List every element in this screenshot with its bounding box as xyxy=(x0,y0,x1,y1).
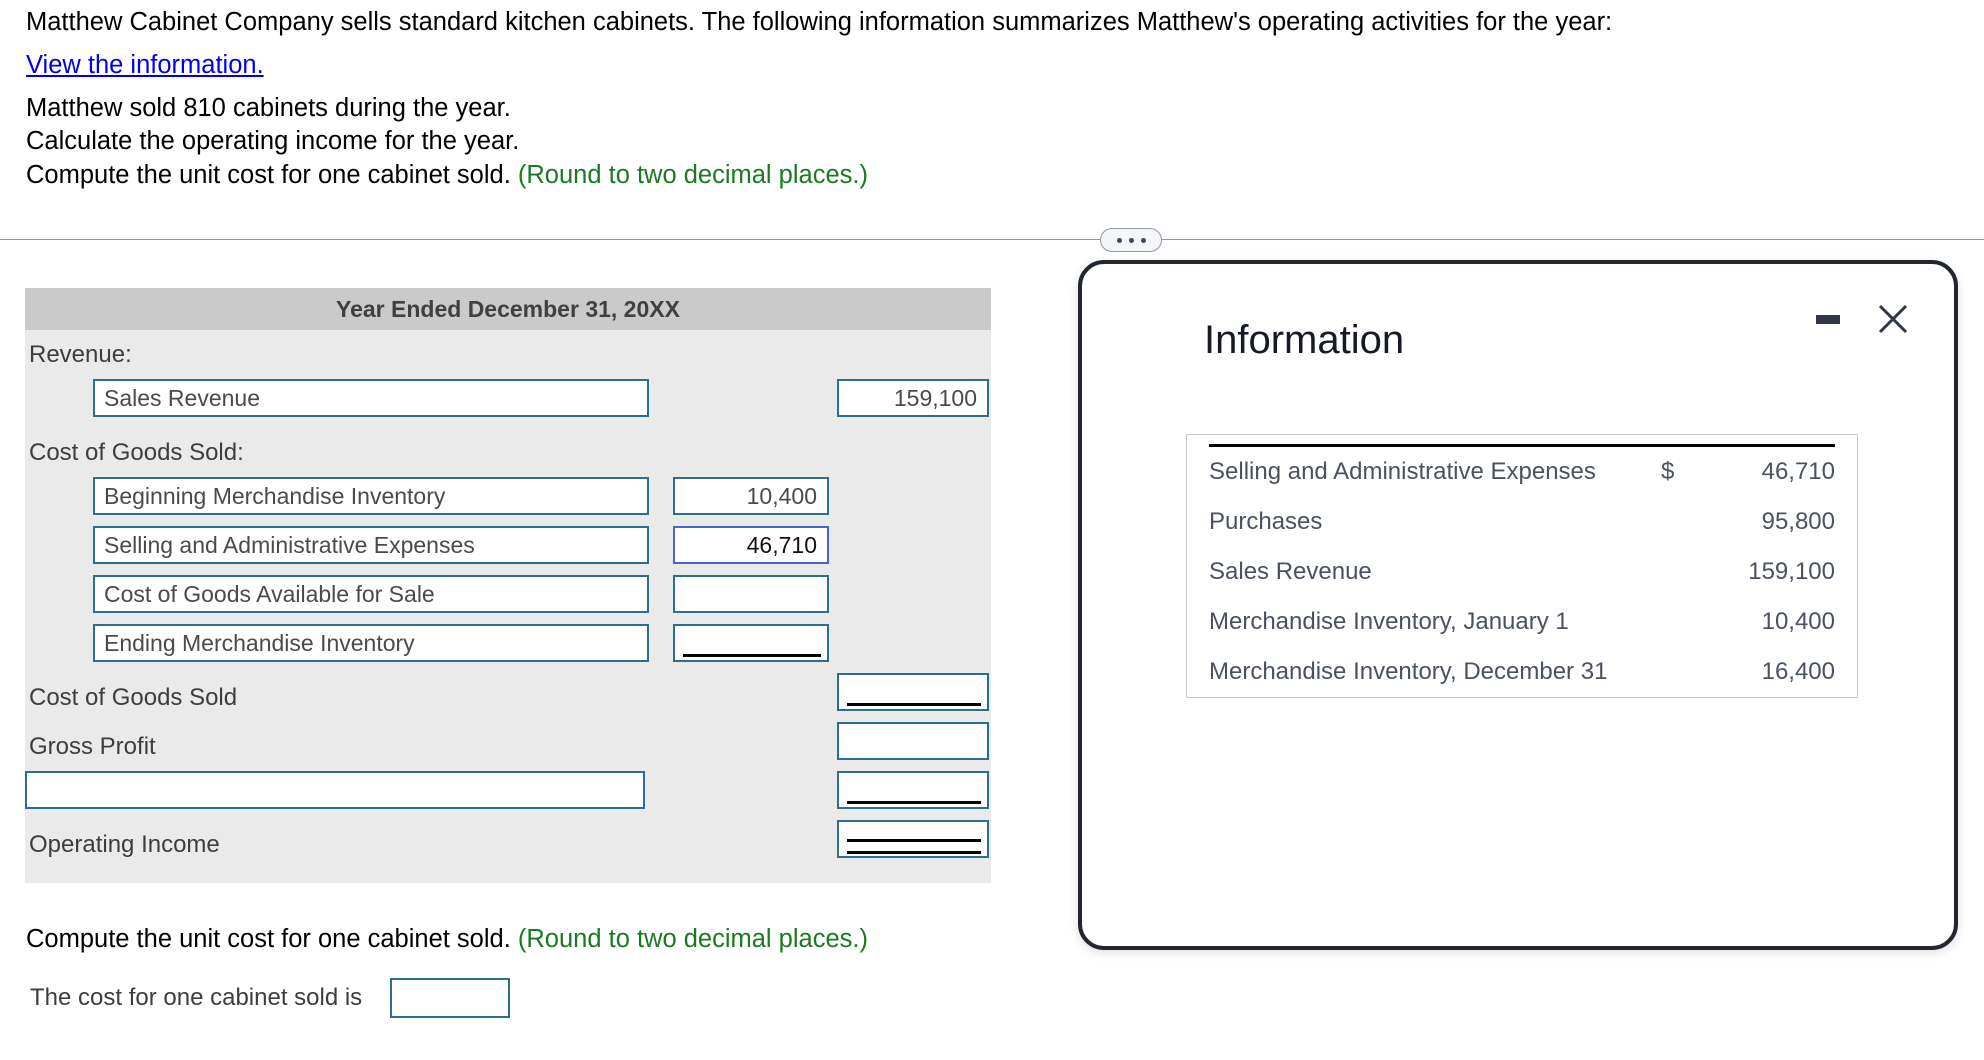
currency-symbol: $ xyxy=(1661,458,1675,485)
section-divider xyxy=(0,239,1984,240)
table-row: Sales Revenue 159,100 xyxy=(1209,547,1835,597)
cogs-section-label: Cost of Goods Sold: xyxy=(29,439,244,466)
table-row: Selling and Administrative Expenses $ 46… xyxy=(1209,447,1835,497)
table-row: Merchandise Inventory, January 1 10,400 xyxy=(1209,597,1835,647)
unit-cost-rounding-note: (Round to two decimal places.) xyxy=(517,925,868,953)
row-label: Purchases xyxy=(1209,508,1323,535)
view-information-link-row: View the information. xyxy=(26,51,1926,80)
beginning-inventory-name-input[interactable]: Beginning Merchandise Inventory xyxy=(93,477,649,515)
row-cogs-heading: Cost of Goods Sold: xyxy=(25,428,991,477)
sales-revenue-value-input[interactable]: 159,100 xyxy=(837,379,989,417)
modal-title: Information xyxy=(1204,318,1405,362)
information-modal: Information Selling and Administrative E… xyxy=(1078,260,1958,950)
selling-admin-name-input[interactable]: Selling and Administrative Expenses xyxy=(93,526,649,564)
row-blank-expense xyxy=(25,771,991,820)
gross-profit-label: Gross Profit xyxy=(29,733,156,760)
minimize-icon[interactable] xyxy=(1816,314,1840,324)
view-information-link[interactable]: View the information. xyxy=(26,51,264,79)
dot-icon xyxy=(1128,237,1134,243)
row-gross-profit: Gross Profit xyxy=(25,722,991,771)
row-amount: 46,710 xyxy=(1761,458,1835,485)
row-label: Sales Revenue xyxy=(1209,558,1372,585)
cost-answer-row: The cost for one cabinet sold is xyxy=(30,978,511,1018)
operating-income-label: Operating Income xyxy=(29,831,220,858)
blank-expense-name-input[interactable] xyxy=(25,771,645,809)
worksheet-body: Revenue: Sales Revenue 159,100 Cost of G… xyxy=(25,330,991,883)
row-ending-inventory: Ending Merchandise Inventory xyxy=(25,624,991,673)
row-selling-admin-expenses: Selling and Administrative Expenses 46,7… xyxy=(25,526,991,575)
row-goods-available-for-sale: Cost of Goods Available for Sale xyxy=(25,575,991,624)
row-amount: 16,400 xyxy=(1761,658,1835,685)
goods-available-value-input[interactable] xyxy=(673,575,829,613)
problem-line-compute: Compute the unit cost for one cabinet so… xyxy=(26,159,1926,193)
problem-intro: Matthew Cabinet Company sells standard k… xyxy=(26,8,1613,36)
beginning-inventory-value-input[interactable]: 10,400 xyxy=(673,477,829,515)
compute-text: Compute the unit cost for one cabinet so… xyxy=(26,160,511,189)
information-table: Selling and Administrative Expenses $ 46… xyxy=(1186,434,1858,698)
row-cost-of-goods-sold: Cost of Goods Sold xyxy=(25,673,991,722)
modal-window-controls xyxy=(1816,302,1910,336)
cost-answer-input[interactable] xyxy=(390,978,511,1018)
income-statement-worksheet: Year Ended December 31, 20XX Revenue: Sa… xyxy=(25,288,991,883)
cost-of-goods-sold-value-input[interactable] xyxy=(837,673,989,711)
row-beginning-inventory: Beginning Merchandise Inventory 10,400 xyxy=(25,477,991,526)
goods-available-name-input[interactable]: Cost of Goods Available for Sale xyxy=(93,575,649,613)
rounding-note: (Round to two decimal places.) xyxy=(517,160,868,189)
row-sales-revenue: Sales Revenue 159,100 xyxy=(25,379,991,428)
table-row: Merchandise Inventory, December 31 16,40… xyxy=(1209,647,1835,697)
row-label: Selling and Administrative Expenses xyxy=(1209,458,1596,485)
row-operating-income: Operating Income xyxy=(25,820,991,869)
row-label: Merchandise Inventory, January 1 xyxy=(1209,608,1569,635)
row-amount: 95,800 xyxy=(1761,508,1835,535)
sales-revenue-name-input[interactable]: Sales Revenue xyxy=(93,379,649,417)
operating-income-value-input[interactable] xyxy=(837,820,989,858)
cost-of-goods-sold-label: Cost of Goods Sold xyxy=(29,684,238,711)
row-amount: 10,400 xyxy=(1761,608,1835,635)
divider-drag-handle[interactable] xyxy=(1100,228,1162,252)
table-row: Purchases 95,800 xyxy=(1209,497,1835,547)
row-label: Merchandise Inventory, December 31 xyxy=(1209,658,1608,685)
worksheet-header: Year Ended December 31, 20XX xyxy=(25,288,991,330)
row-amount: 159,100 xyxy=(1748,558,1835,585)
unit-cost-question-text: Compute the unit cost for one cabinet so… xyxy=(26,925,511,953)
problem-line-calculate: Calculate the operating income for the y… xyxy=(26,127,520,156)
selling-admin-value-input[interactable]: 46,710 xyxy=(673,526,829,564)
gross-profit-value-input[interactable] xyxy=(837,722,989,760)
close-icon[interactable] xyxy=(1876,302,1910,336)
blank-expense-value-input[interactable] xyxy=(837,771,989,809)
page-root: Matthew Cabinet Company sells standard k… xyxy=(0,0,1984,1060)
unit-cost-question: Compute the unit cost for one cabinet so… xyxy=(26,925,868,954)
problem-line-sold: Matthew sold 810 cabinets during the yea… xyxy=(26,93,511,122)
row-revenue-heading: Revenue: xyxy=(25,330,991,379)
problem-statement: Matthew Cabinet Company sells standard k… xyxy=(26,6,1926,193)
dot-icon xyxy=(1140,237,1146,243)
ending-inventory-name-input[interactable]: Ending Merchandise Inventory xyxy=(93,624,649,662)
dot-icon xyxy=(1116,237,1122,243)
ending-inventory-value-input[interactable] xyxy=(673,624,829,662)
unit-cost-question-line: Compute the unit cost for one cabinet so… xyxy=(26,925,868,954)
revenue-section-label: Revenue: xyxy=(29,341,132,368)
cost-answer-label: The cost for one cabinet sold is xyxy=(30,984,363,1011)
